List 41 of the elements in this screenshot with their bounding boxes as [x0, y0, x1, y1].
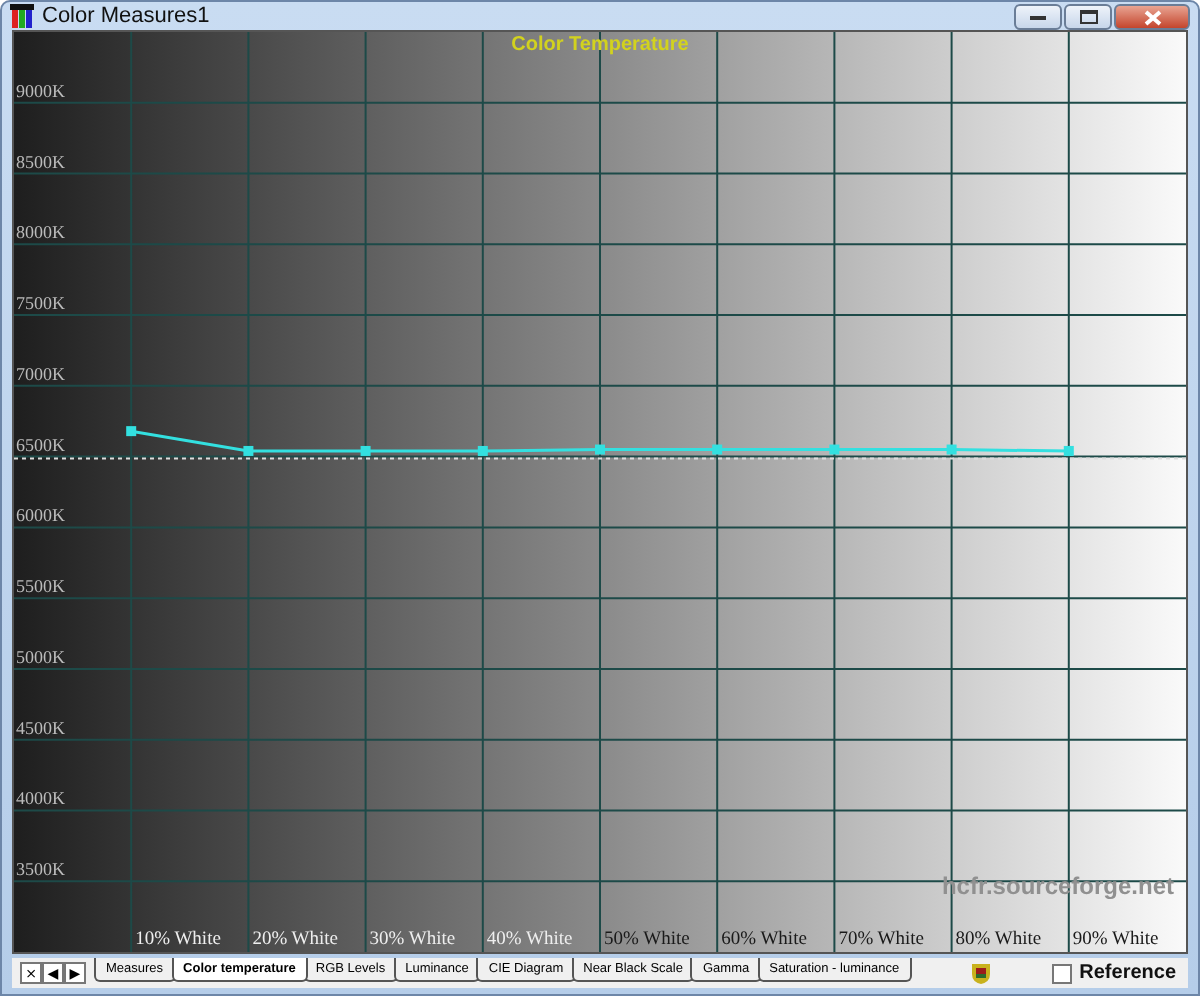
axis-label: 5500K — [16, 576, 65, 597]
app-icon — [10, 4, 34, 28]
axis-label: 20% White — [252, 930, 339, 950]
axis-label: 70% White — [838, 930, 925, 950]
axis-label: 7500K — [16, 293, 65, 314]
data-point — [360, 445, 371, 456]
data-point — [946, 444, 957, 455]
axis-label: 8000K — [16, 222, 65, 243]
maximize-button[interactable] — [1064, 4, 1112, 30]
maximize-icon — [1079, 10, 1097, 24]
axis-label: 6000K — [16, 505, 65, 526]
data-point — [595, 444, 605, 455]
data-point — [126, 426, 137, 437]
axis-label: 40% White — [486, 930, 573, 950]
data-point — [712, 444, 723, 455]
axis-label: 9000K — [16, 80, 65, 101]
axis-label: 30% White — [369, 930, 456, 950]
data-point — [243, 445, 254, 456]
data-point — [829, 444, 840, 455]
data-point — [477, 445, 488, 456]
axis-label: 3500K — [16, 859, 65, 880]
axis-label: 4000K — [16, 788, 65, 809]
minimize-button[interactable] — [1014, 4, 1062, 30]
axis-label: 7000K — [16, 363, 65, 384]
axis-label: 90% White — [1072, 930, 1159, 950]
axis-label: 5000K — [16, 646, 65, 667]
reference-checkbox[interactable] — [1051, 963, 1072, 983]
reference-label: Reference — [1079, 962, 1176, 984]
axis-label: 50% White — [604, 930, 690, 950]
close-icon — [1143, 9, 1161, 25]
shield-icon[interactable] — [971, 963, 990, 983]
axis-label: 80% White — [955, 930, 1042, 950]
axis-label: 10% White — [135, 930, 221, 950]
minimize-icon — [1030, 15, 1046, 19]
data-point — [1063, 445, 1074, 456]
close-button[interactable] — [1114, 4, 1190, 30]
axis-label: 8500K — [16, 151, 65, 172]
axis-label: 6500K — [16, 434, 65, 455]
axis-label: 60% White — [721, 930, 807, 950]
window-title: Color Measures1 — [42, 4, 210, 28]
axis-label: 4500K — [16, 717, 65, 738]
